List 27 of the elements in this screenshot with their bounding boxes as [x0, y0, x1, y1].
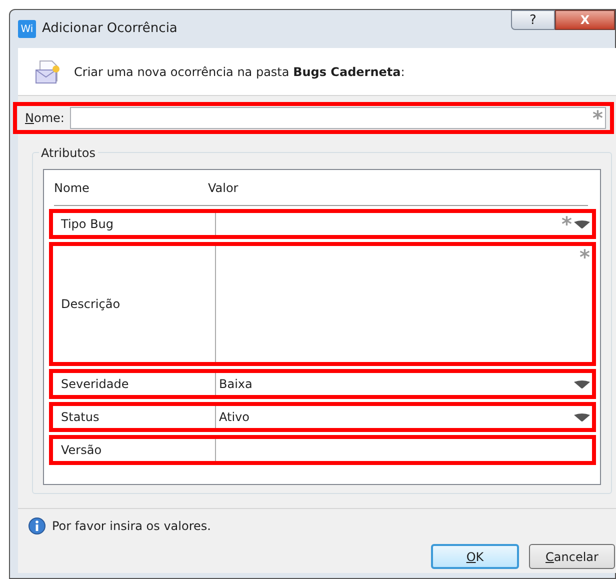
dialog-button[interactable]: Cancelar	[529, 544, 615, 569]
attribute-name: Severidade	[61, 376, 129, 393]
header-text: Criar uma nova ocorrência na pasta Bugs Caderneta:	[74, 64, 405, 80]
window-title: Adicionar Ocorrência	[42, 20, 178, 38]
value-dropdown[interactable]: Baixa	[215, 373, 592, 395]
value-dropdown[interactable]: Ativo	[215, 406, 592, 428]
dropdown-arrow-icon	[574, 412, 590, 422]
column-header: Nome	[54, 180, 90, 196]
dialog-button[interactable]: OK	[431, 544, 519, 569]
attribute-name: Descrição	[61, 296, 120, 313]
attribute-name: Tipo Bug	[61, 216, 114, 233]
status-message: Por favor insira os valores.	[52, 518, 211, 535]
name-label: Nome:	[25, 110, 64, 127]
help-button[interactable]: ?	[511, 10, 555, 30]
dropdown-arrow-icon	[574, 220, 590, 228]
attribute-name: Status	[61, 409, 100, 426]
field-value: Ativo	[219, 409, 250, 426]
required-mark: *	[580, 247, 590, 267]
column-header: Valor	[208, 180, 238, 196]
dropdown-arrow-icon	[574, 380, 590, 388]
field-value: Baixa	[219, 376, 252, 393]
info-icon	[28, 517, 46, 535]
required-mark: *	[562, 214, 572, 234]
required-mark: *	[592, 108, 603, 128]
attribute-name: Versão	[61, 442, 102, 459]
envelope-icon	[34, 58, 62, 84]
app-logo-icon: Wi	[18, 20, 36, 38]
